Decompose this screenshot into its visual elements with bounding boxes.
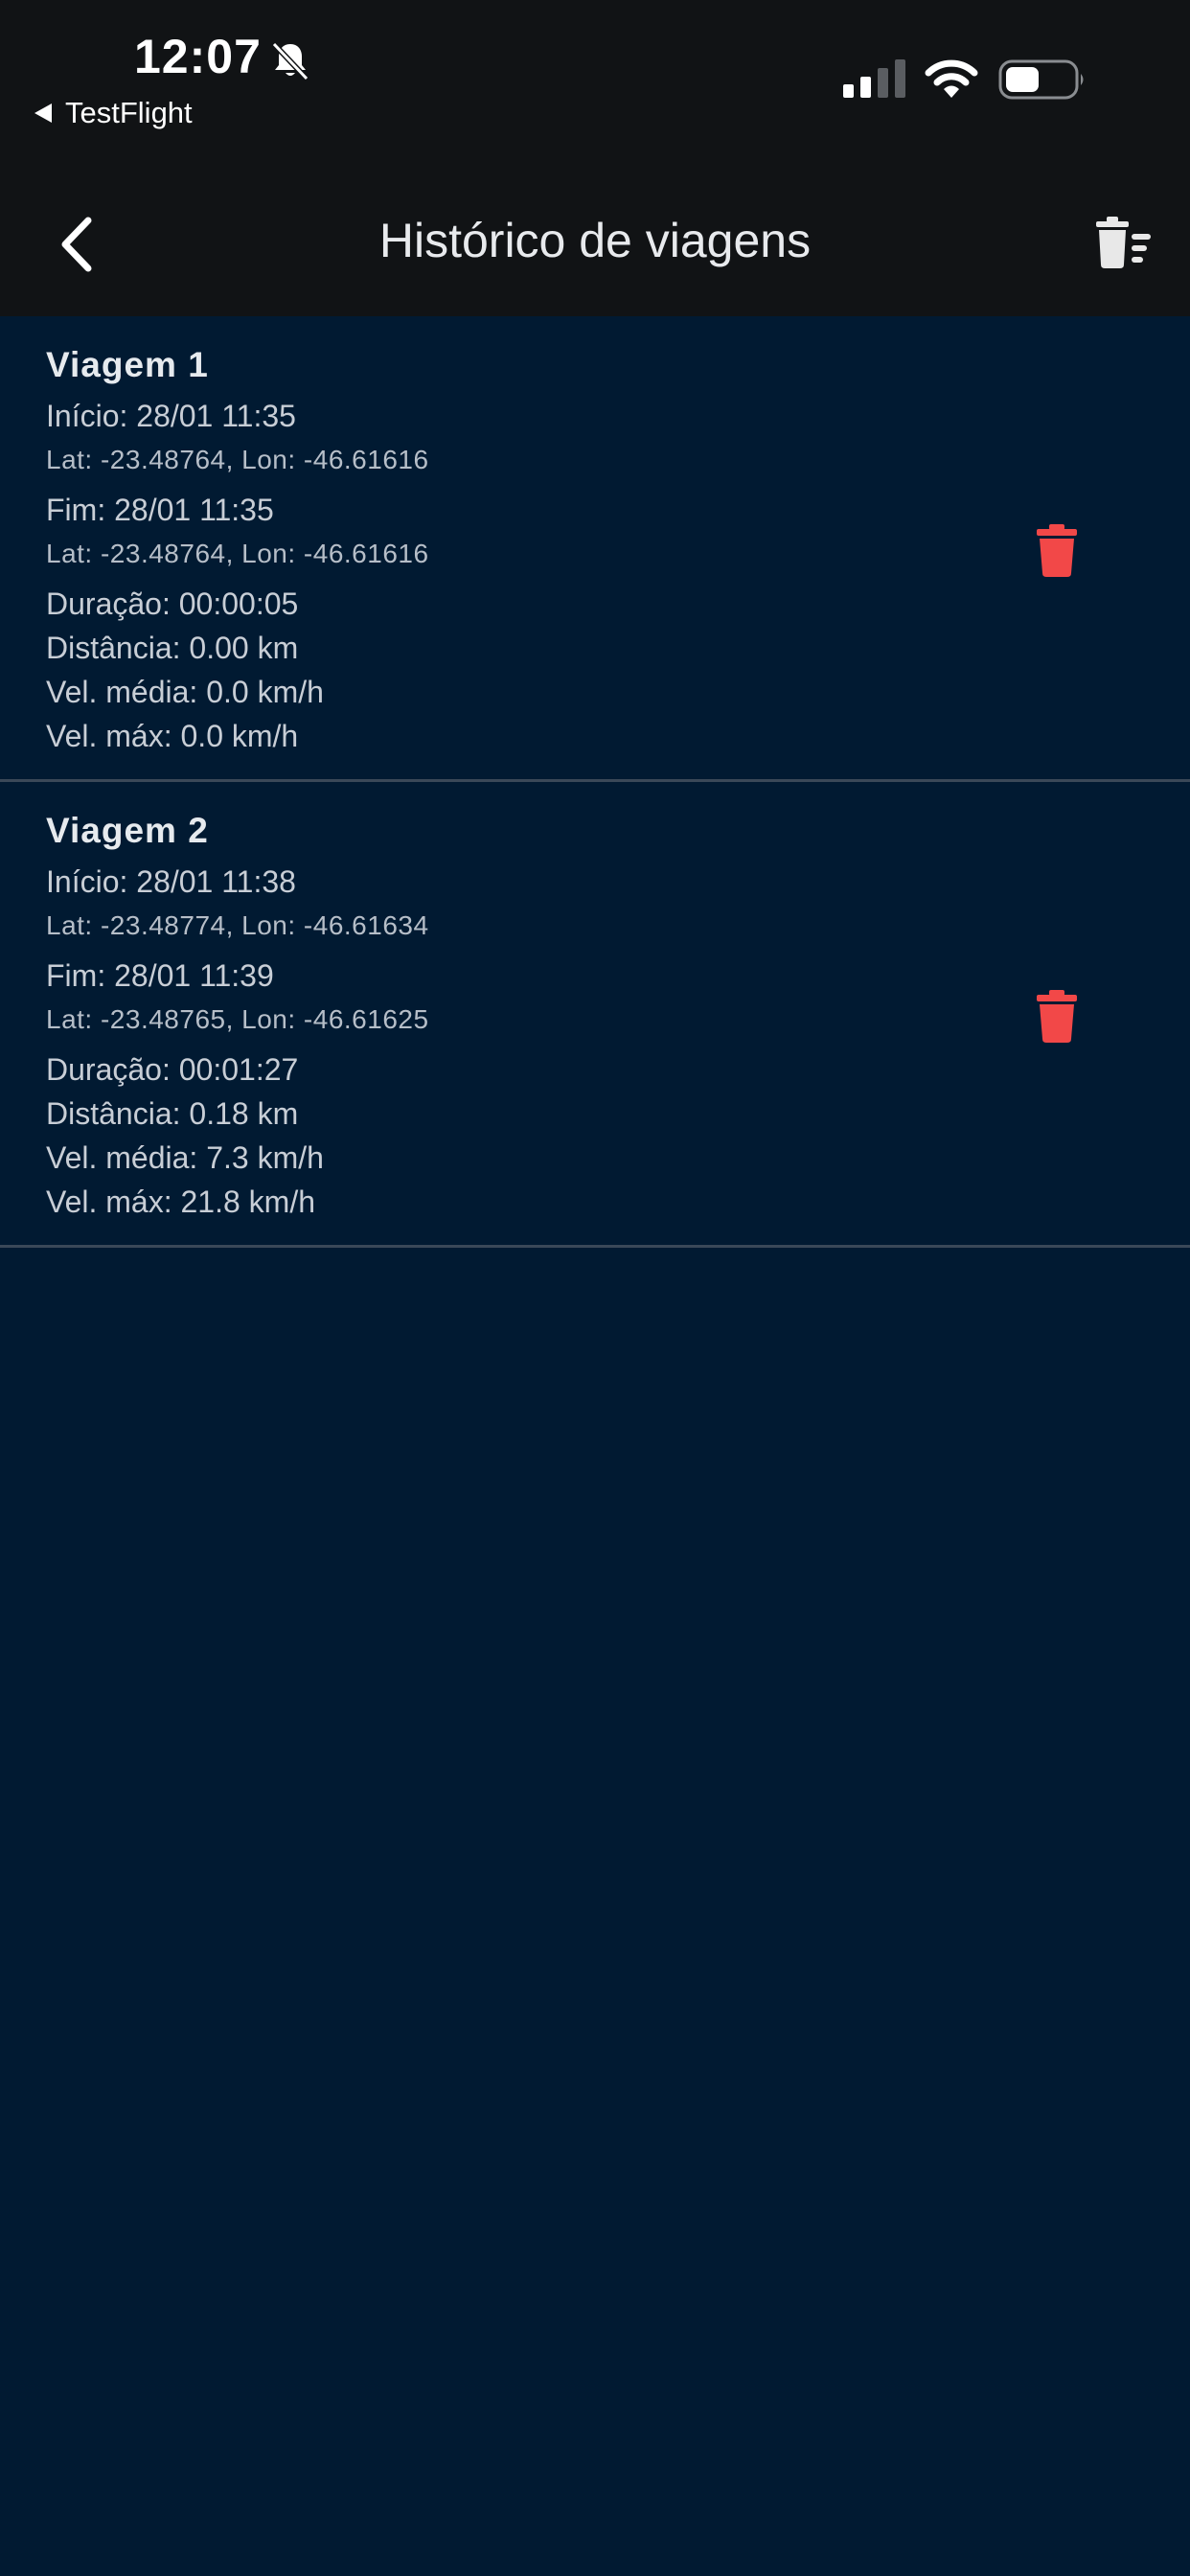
battery-icon [998,59,1084,100]
trip-avg-speed: Vel. média: 7.3 km/h [46,1140,324,1175]
signal-icon [843,59,905,98]
trip-start: Início: 28/01 11:38 [46,864,296,899]
trip-distance: Distância: 0.18 km [46,1096,299,1131]
trip-start-coords: Lat: -23.48764, Lon: -46.61616 [46,445,429,474]
trip-item: Viagem 2 Início: 28/01 11:38 Lat: -23.48… [0,782,1190,1248]
status-time: 12:07 [134,30,262,83]
trip-item: Viagem 1 Início: 28/01 11:35 Lat: -23.48… [0,316,1190,782]
back-app-label: TestFlight [65,96,193,129]
trip-end: Fim: 28/01 11:35 [46,493,274,527]
back-to-testflight[interactable]: TestFlight [34,96,193,130]
trip-max-speed: Vel. máx: 0.0 km/h [46,719,299,753]
status-bar: 12:07 TestFlight [0,0,1190,172]
wifi-icon [925,59,978,98]
bell-slash-icon [271,41,309,81]
trip-avg-speed: Vel. média: 0.0 km/h [46,675,324,709]
trip-duration: Duração: 00:01:27 [46,1052,299,1087]
back-triangle-icon [34,104,52,123]
trip-start: Início: 28/01 11:35 [46,399,296,433]
delete-trip-icon[interactable] [1035,524,1079,578]
trip-end: Fim: 28/01 11:39 [46,958,274,993]
trip-distance: Distância: 0.00 km [46,631,299,665]
trip-list: Viagem 1 Início: 28/01 11:35 Lat: -23.48… [0,316,1190,1248]
trip-start-coords: Lat: -23.48774, Lon: -46.61634 [46,910,429,940]
trip-title: Viagem 2 [46,811,209,850]
page-title: Histórico de viagens [378,214,812,267]
delete-trip-icon[interactable] [1035,990,1079,1044]
nav-bar: Histórico de viagens [0,172,1190,316]
trip-max-speed: Vel. máx: 21.8 km/h [46,1184,316,1219]
trip-end-coords: Lat: -23.48764, Lon: -46.61616 [46,539,429,568]
trip-duration: Duração: 00:00:05 [46,586,299,621]
trip-title: Viagem 1 [46,345,209,384]
clear-list-icon[interactable] [1092,213,1154,274]
trip-end-coords: Lat: -23.48765, Lon: -46.61625 [46,1004,429,1034]
